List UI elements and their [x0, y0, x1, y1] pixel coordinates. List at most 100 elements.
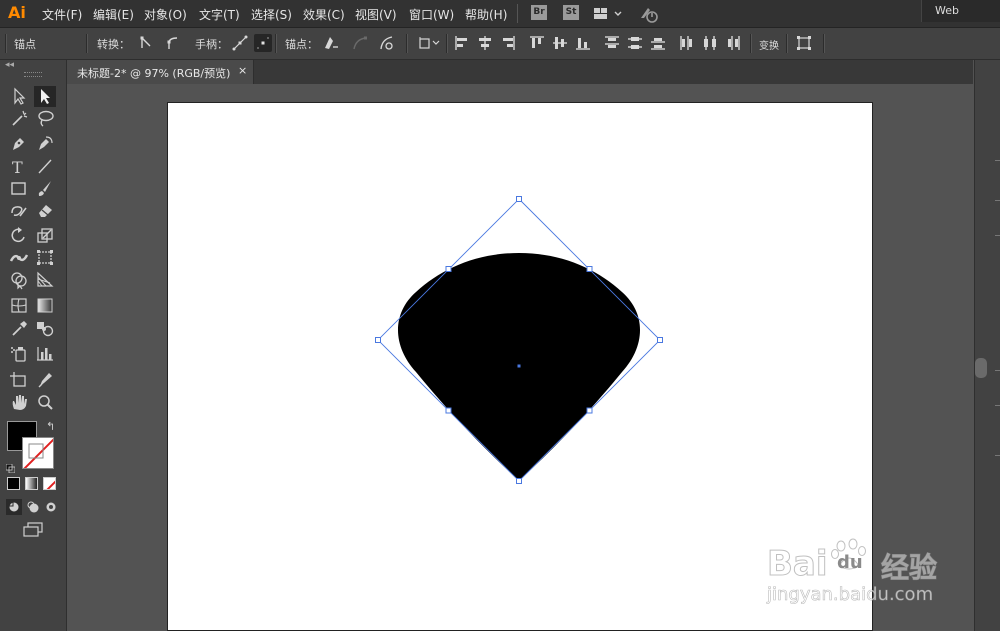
line-segment-tool-icon[interactable]	[34, 156, 56, 177]
shaper-tool-icon[interactable]	[8, 200, 30, 221]
gradient-mode-icon[interactable]	[25, 477, 38, 490]
free-transform-tool-icon[interactable]	[34, 247, 56, 268]
connect-paths-icon[interactable]	[351, 34, 369, 52]
perspective-grid-tool-icon[interactable]	[34, 269, 56, 290]
menu-bar: Ai 文件(F) 编辑(E) 对象(O) 文字(T) 选择(S) 效果(C) 视…	[0, 0, 1000, 28]
align-right-icon[interactable]	[499, 34, 517, 52]
default-fill-stroke-icon[interactable]	[5, 458, 16, 474]
draw-normal-icon[interactable]	[6, 499, 22, 515]
symbol-sprayer-tool-icon[interactable]	[8, 343, 30, 364]
distribute-vertical-center-icon[interactable]	[626, 34, 644, 52]
workspace-switcher[interactable]: Web	[921, 0, 1000, 22]
swap-fill-stroke-icon[interactable]: ↰	[46, 420, 55, 433]
panel-divider	[995, 405, 1000, 406]
menu-help[interactable]: 帮助(H)	[465, 6, 507, 23]
column-graph-tool-icon[interactable]	[34, 343, 56, 364]
draw-behind-icon[interactable]	[25, 499, 41, 515]
document-tab[interactable]: 未标题-2* @ 97% (RGB/预览) ×	[67, 60, 254, 84]
control-separator	[406, 34, 408, 53]
isolate-dropdown-icon[interactable]	[417, 34, 441, 52]
handle-top	[516, 196, 522, 202]
bridge-button[interactable]: Br	[531, 5, 547, 20]
control-separator	[750, 34, 752, 53]
menu-separator	[517, 4, 518, 23]
align-left-icon[interactable]	[453, 34, 471, 52]
gpu-performance-icon[interactable]	[638, 4, 660, 28]
convert-label: 转换：	[97, 38, 130, 51]
width-tool-icon[interactable]	[8, 247, 30, 268]
distribute-left-icon[interactable]	[678, 34, 696, 52]
magic-wand-tool-icon[interactable]	[8, 108, 30, 129]
rectangle-tool-icon[interactable]	[8, 178, 30, 199]
tools-panel: ◂◂ T ↰	[0, 60, 67, 631]
align-vertical-center-icon[interactable]	[551, 34, 569, 52]
align-bottom-icon[interactable]	[574, 34, 592, 52]
collapse-panel-icon[interactable]: ◂◂	[5, 60, 14, 70]
control-separator	[823, 34, 825, 53]
stock-button[interactable]: St	[563, 5, 579, 20]
panel-grip[interactable]	[24, 72, 42, 77]
baidu-watermark: Bai du 经验 jingyan.baidu.com	[767, 538, 997, 620]
pen-tool-icon[interactable]	[8, 133, 30, 154]
distribute-right-icon[interactable]	[724, 34, 742, 52]
menu-select[interactable]: 选择(S)	[251, 6, 292, 23]
handle-right	[657, 337, 663, 343]
menu-edit[interactable]: 编辑(E)	[93, 6, 134, 23]
menu-effect[interactable]: 效果(C)	[303, 6, 345, 23]
convert-to-corner-icon[interactable]	[137, 34, 155, 52]
menu-type[interactable]: 文字(T)	[199, 6, 240, 23]
menu-window[interactable]: 窗口(W)	[409, 6, 454, 23]
handles-label: 手柄：	[195, 38, 228, 51]
mesh-tool-icon[interactable]	[8, 295, 30, 316]
menu-view[interactable]: 视图(V)	[355, 6, 397, 23]
panel-scrollbar[interactable]	[975, 358, 987, 378]
bounding-box-icon[interactable]	[795, 34, 813, 52]
control-separator	[446, 34, 448, 53]
distribute-top-icon[interactable]	[603, 34, 621, 52]
eyedropper-tool-icon[interactable]	[8, 318, 30, 339]
rotate-tool-icon[interactable]	[8, 225, 30, 246]
align-horizontal-center-icon[interactable]	[476, 34, 494, 52]
direct-selection-tool-icon[interactable]	[34, 86, 56, 107]
close-tab-icon[interactable]: ×	[238, 64, 247, 77]
anchors-label: 锚点：	[285, 38, 318, 51]
menu-object[interactable]: 对象(O)	[144, 6, 187, 23]
lasso-tool-icon[interactable]	[34, 108, 56, 129]
transform-button[interactable]: 变换	[759, 37, 779, 52]
color-mode-icon[interactable]	[7, 477, 20, 490]
zoom-tool-icon[interactable]	[34, 392, 56, 413]
panel-divider	[995, 160, 1000, 161]
convert-to-smooth-icon[interactable]	[164, 34, 182, 52]
align-top-icon[interactable]	[528, 34, 546, 52]
hand-tool-icon[interactable]	[8, 392, 30, 413]
show-handles-icon[interactable]	[231, 34, 249, 52]
handle-bottom-right	[586, 407, 593, 414]
artboard-tool-icon[interactable]	[8, 369, 30, 390]
none-mode-icon[interactable]	[43, 477, 56, 490]
selection-tool-icon[interactable]	[8, 86, 30, 107]
hide-handles-icon[interactable]	[254, 34, 272, 52]
distribute-horizontal-center-icon[interactable]	[701, 34, 719, 52]
eraser-tool-icon[interactable]	[34, 200, 56, 221]
screen-mode-icon[interactable]	[22, 522, 44, 538]
menu-file[interactable]: 文件(F)	[42, 6, 82, 23]
shape-builder-tool-icon[interactable]	[8, 269, 30, 290]
remove-anchor-icon[interactable]	[321, 34, 339, 52]
distribute-bottom-icon[interactable]	[649, 34, 667, 52]
blend-tool-icon[interactable]	[34, 318, 56, 339]
draw-inside-icon[interactable]	[43, 499, 59, 515]
handle-bottom	[516, 478, 522, 484]
type-tool-icon[interactable]: T	[8, 156, 30, 177]
paintbrush-tool-icon[interactable]	[34, 178, 56, 199]
curvature-tool-icon[interactable]	[34, 133, 56, 154]
cut-path-icon[interactable]	[378, 34, 396, 52]
gradient-tool-icon[interactable]	[34, 295, 56, 316]
slice-tool-icon[interactable]	[34, 369, 56, 390]
app-logo: Ai	[8, 3, 26, 22]
document-tab-bar: 未标题-2* @ 97% (RGB/预览) ×	[67, 60, 973, 84]
workspace-label: Web	[935, 4, 959, 17]
scale-tool-icon[interactable]	[34, 225, 56, 246]
arrange-documents-icon[interactable]	[593, 6, 623, 25]
control-separator	[275, 34, 277, 53]
stroke-swatch[interactable]	[22, 437, 54, 469]
